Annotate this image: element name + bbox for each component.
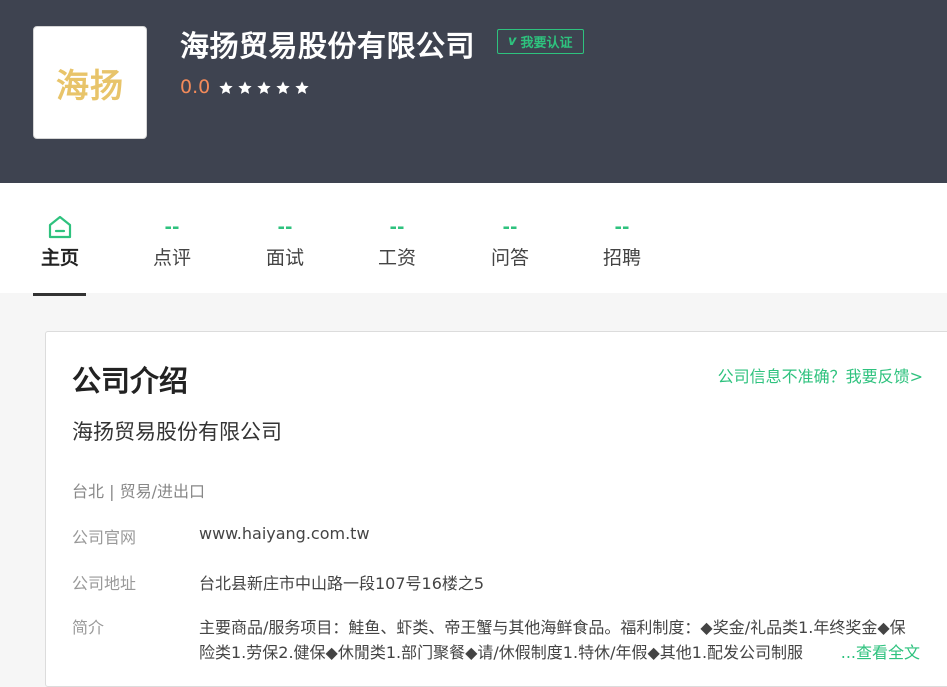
- tab-label: 工资: [377, 247, 416, 269]
- verified-icon: v: [508, 34, 517, 49]
- tab-home[interactable]: 主页: [20, 183, 100, 293]
- address-label: 公司地址: [72, 574, 137, 593]
- address-value: 台北县新庄市中山路一段107号16楼之5: [199, 574, 485, 593]
- company-tabs: 主页 -- 点评 -- 面试 -- 工资 -- 问答 -- 招聘: [0, 183, 947, 296]
- tab-label: 问答: [490, 247, 529, 269]
- section-title: 公司介绍: [72, 364, 189, 398]
- tab-count: --: [502, 217, 518, 238]
- tab-salary[interactable]: -- 工资: [357, 183, 437, 293]
- tab-label: 主页: [40, 247, 79, 269]
- read-more-link[interactable]: ...查看全文: [800, 640, 920, 665]
- tab-count: --: [389, 217, 405, 238]
- star-icon: [238, 81, 252, 94]
- tab-label: 面试: [265, 247, 304, 269]
- feedback-link[interactable]: 公司信息不准确？我要反馈>: [718, 363, 923, 387]
- intro-company-name: 海扬贸易股份有限公司: [72, 420, 282, 444]
- home-icon: [48, 215, 72, 239]
- star-icon: [295, 81, 309, 94]
- tab-interviews[interactable]: -- 面试: [245, 183, 325, 293]
- address-row: 公司地址 台北县新庄市中山路一段107号16楼之5: [72, 570, 484, 594]
- location-industry-tags: 台北 | 贸易/进出口: [72, 482, 205, 501]
- tab-count: --: [614, 217, 630, 238]
- tab-qa[interactable]: -- 问答: [470, 183, 550, 293]
- active-tab-indicator: [33, 293, 86, 296]
- summary-label: 简介: [72, 618, 105, 637]
- tab-count: --: [164, 217, 180, 238]
- company-header: 海扬 海扬贸易股份有限公司 v 我要认证 0.0: [0, 0, 947, 183]
- star-icon: [257, 81, 271, 94]
- website-row: 公司官网 www.haiyang.com.tw: [72, 524, 370, 548]
- company-intro-card: 公司介绍 公司信息不准确？我要反馈> 海扬贸易股份有限公司 台北 | 贸易/进出…: [45, 331, 947, 687]
- tab-jobs[interactable]: -- 招聘: [582, 183, 662, 293]
- tab-count: --: [277, 217, 293, 238]
- tab-label: 招聘: [602, 247, 641, 269]
- verify-button[interactable]: v 我要认证: [497, 29, 584, 54]
- verify-button-label: 我要认证: [520, 36, 573, 51]
- star-icon: [276, 81, 290, 94]
- summary-text: 主要商品/服务项目：鮭鱼、虾类、帝王蟹与其他海鲜食品。福利制度：◆奖金/礼品类1…: [199, 618, 906, 662]
- rating-score: 0.0: [180, 76, 211, 98]
- star-icon: [219, 81, 233, 94]
- tab-label: 点评: [152, 247, 191, 269]
- company-name-title: 海扬贸易股份有限公司: [180, 29, 476, 63]
- website-label: 公司官网: [72, 528, 137, 547]
- website-value: www.haiyang.com.tw: [199, 524, 370, 543]
- company-logo: 海扬: [33, 26, 147, 139]
- summary-text-block: 主要商品/服务项目：鮭鱼、虾类、帝王蟹与其他海鲜食品。福利制度：◆奖金/礼品类1…: [199, 615, 920, 665]
- tab-reviews[interactable]: -- 点评: [132, 183, 212, 293]
- company-logo-text: 海扬: [56, 65, 124, 105]
- rating-stars: [218, 80, 310, 96]
